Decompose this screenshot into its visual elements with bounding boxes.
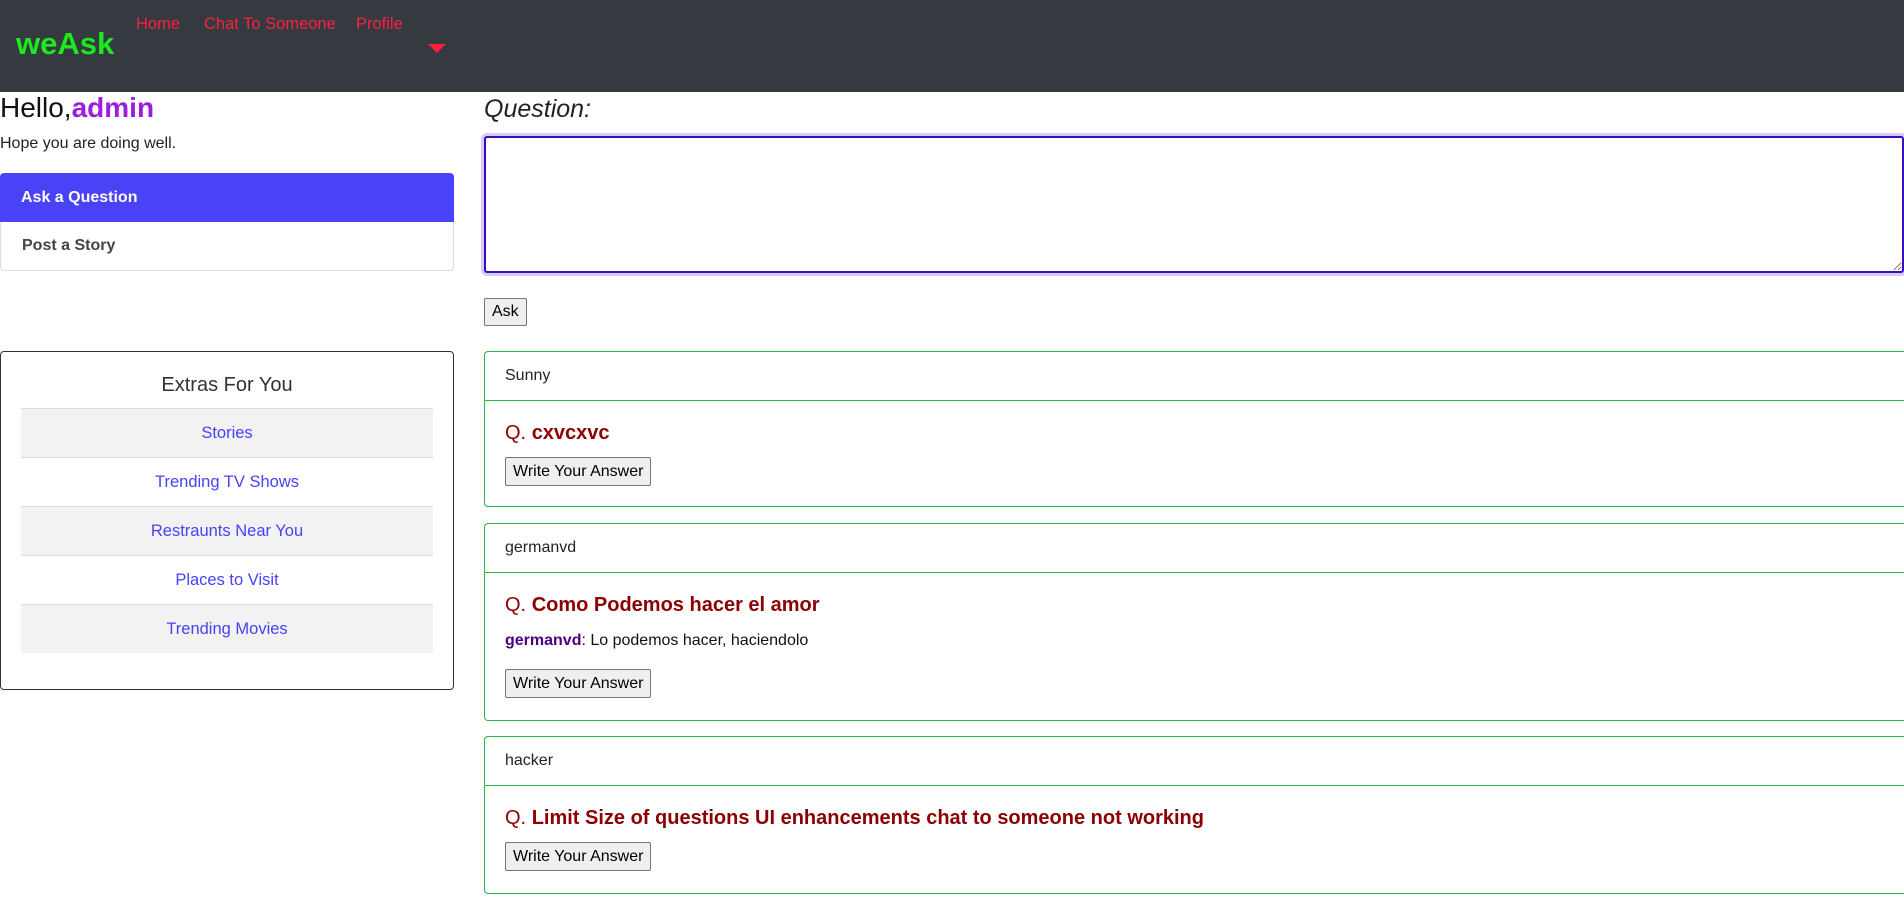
greeting: Hello,admin bbox=[0, 92, 154, 124]
question-title: Q. cxvcxvc bbox=[505, 422, 610, 445]
question-text: Como Podemos hacer el amor bbox=[531, 594, 820, 616]
brand-logo[interactable]: weAsk bbox=[16, 26, 114, 62]
extras-panel: Extras For You Stories Trending TV Shows… bbox=[0, 351, 454, 690]
answer-user: germanvd bbox=[505, 632, 582, 649]
extras-item-trending-tv[interactable]: Trending TV Shows bbox=[21, 457, 433, 506]
nav-link-home[interactable]: Home bbox=[136, 15, 180, 34]
question-card: Sunny Q. cxvcxvc Write Your Answer bbox=[484, 351, 1904, 507]
extras-title: Extras For You bbox=[161, 374, 293, 396]
write-answer-button[interactable]: Write Your Answer bbox=[505, 842, 652, 871]
greeting-username: admin bbox=[71, 92, 155, 123]
question-card: hacker Q. Limit Size of questions UI enh… bbox=[484, 736, 1904, 894]
dropdown-caret-icon[interactable] bbox=[428, 44, 446, 53]
greeting-subtitle: Hope you are doing well. bbox=[0, 135, 177, 152]
question-title: Q. Limit Size of questions UI enhancemen… bbox=[505, 807, 1204, 830]
question-title: Q. Como Podemos hacer el amor bbox=[505, 594, 820, 617]
answer-item: germanvd: Lo podemos hacer, haciendolo bbox=[505, 632, 808, 650]
question-input[interactable] bbox=[484, 136, 1904, 273]
question-prefix: Q. bbox=[505, 807, 527, 829]
write-answer-button[interactable]: Write Your Answer bbox=[505, 669, 652, 698]
question-label: Question: bbox=[484, 95, 592, 123]
greeting-hello: Hello, bbox=[0, 92, 72, 123]
question-prefix: Q. bbox=[505, 422, 527, 444]
nav-link-profile[interactable]: Profile bbox=[356, 15, 403, 34]
top-navbar: weAsk Home Chat To Someone Profile bbox=[0, 0, 1904, 92]
ask-question-button[interactable]: Ask a Question bbox=[0, 173, 454, 222]
question-author: hacker bbox=[485, 737, 1904, 786]
question-text: cxvcxvc bbox=[531, 422, 610, 444]
question-text: Limit Size of questions UI enhancements … bbox=[531, 807, 1204, 829]
ask-button[interactable]: Ask bbox=[484, 298, 527, 326]
extras-list: Stories Trending TV Shows Restraunts Nea… bbox=[21, 408, 433, 653]
extras-item-places[interactable]: Places to Visit bbox=[21, 555, 433, 604]
extras-item-trending-movies[interactable]: Trending Movies bbox=[21, 604, 433, 653]
write-answer-button[interactable]: Write Your Answer bbox=[505, 457, 652, 486]
extras-item-stories[interactable]: Stories bbox=[21, 408, 433, 457]
question-card: germanvd Q. Como Podemos hacer el amor g… bbox=[484, 523, 1904, 721]
post-story-button[interactable]: Post a Story bbox=[0, 222, 454, 271]
answer-text: Lo podemos hacer, haciendolo bbox=[585, 632, 809, 649]
question-author: germanvd bbox=[485, 524, 1904, 573]
question-prefix: Q. bbox=[505, 594, 527, 616]
extras-item-restaurants[interactable]: Restraunts Near You bbox=[21, 506, 433, 555]
question-author: Sunny bbox=[485, 352, 1904, 401]
nav-link-chat[interactable]: Chat To Someone bbox=[204, 15, 336, 34]
